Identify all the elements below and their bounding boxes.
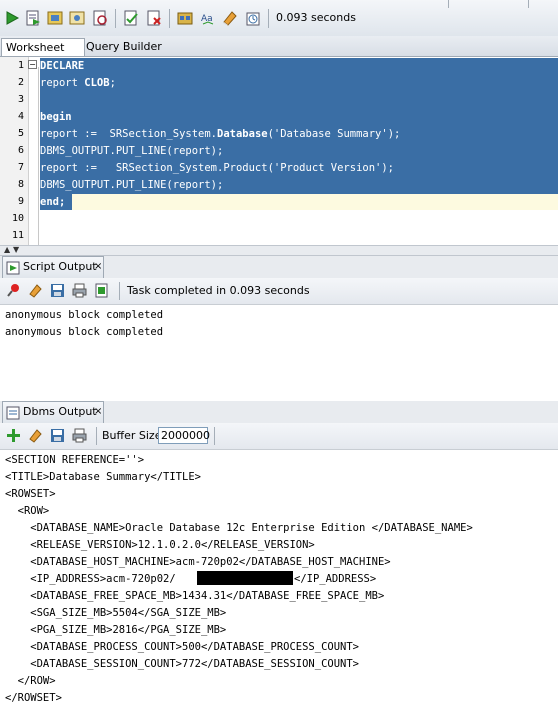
tab-dbms-output[interactable]: Dbms Output × bbox=[2, 401, 104, 423]
toolbar-separator bbox=[169, 9, 170, 28]
tab-label: Script Output bbox=[23, 260, 97, 273]
print-icon[interactable] bbox=[72, 428, 87, 443]
collapse-up-icon[interactable]: ▲ bbox=[4, 246, 10, 254]
tab-worksheet[interactable]: Worksheet bbox=[1, 38, 85, 56]
line-number: 11 bbox=[11, 230, 24, 241]
sql-editor[interactable]: 1 2 3 4 5 6 7 8 9 10 11 − DECLARE report… bbox=[0, 57, 558, 245]
code-line-7: report := SRSection_System.Product('Prod… bbox=[40, 162, 395, 174]
line-number: 5 bbox=[17, 128, 24, 139]
main-toolbar: Aa 0.093 seconds bbox=[0, 0, 558, 37]
fold-toggle-icon[interactable]: − bbox=[28, 60, 37, 69]
output-line: <PGA_SIZE_MB>2816</PGA_SIZE_MB> bbox=[5, 624, 227, 636]
code-line-5: report := SRSection_System.Database('Dat… bbox=[40, 128, 400, 140]
open-file-icon[interactable] bbox=[94, 283, 109, 298]
code-token: report bbox=[40, 77, 85, 89]
output-line: <IP_ADDRESS>acm-720p02/ bbox=[5, 573, 176, 585]
code-token: ; bbox=[109, 77, 116, 89]
autotrace-icon[interactable] bbox=[47, 10, 63, 26]
unshared-sql-icon[interactable] bbox=[177, 10, 193, 26]
commit-icon[interactable] bbox=[123, 10, 139, 26]
print-icon[interactable] bbox=[72, 283, 87, 298]
code-token: CLOB bbox=[84, 77, 110, 89]
script-output-toolbar: Task completed in 0.093 seconds bbox=[0, 278, 558, 305]
code-token: report := SRSection_System. bbox=[40, 128, 218, 140]
toolbar-separator bbox=[268, 9, 269, 28]
tab-script-output[interactable]: Script Output × bbox=[2, 256, 104, 278]
to-upper-icon[interactable]: Aa bbox=[200, 10, 216, 26]
code-line-1: DECLARE bbox=[40, 60, 85, 72]
code-line-8: DBMS_OUTPUT.PUT_LINE(report); bbox=[40, 179, 224, 191]
output-line: <TITLE>Database Summary</TITLE> bbox=[5, 471, 201, 483]
editor-splitter[interactable]: ▲ ▼ bbox=[0, 245, 558, 256]
tab-query-builder[interactable]: Query Builder bbox=[82, 38, 166, 55]
code-line-4: begin bbox=[40, 111, 72, 123]
redacted-ip-block bbox=[197, 571, 293, 585]
line-number: 7 bbox=[17, 162, 24, 173]
run-statement-icon[interactable] bbox=[4, 10, 20, 26]
line-number: 3 bbox=[17, 94, 24, 105]
line-number-gutter: 1 2 3 4 5 6 7 8 9 10 11 bbox=[0, 57, 29, 245]
dbms-output-toolbar: Buffer Size: 2000000 bbox=[0, 423, 558, 450]
output-line: anonymous block completed bbox=[5, 309, 164, 321]
history-icon[interactable] bbox=[245, 10, 261, 26]
clear-icon[interactable] bbox=[222, 10, 238, 26]
line-number: 2 bbox=[17, 77, 24, 88]
output-line: anonymous block completed bbox=[5, 326, 164, 338]
current-line-highlight bbox=[72, 194, 558, 210]
output-line: <DATABASE_PROCESS_COUNT>500</DATABASE_PR… bbox=[5, 641, 360, 653]
close-icon[interactable]: × bbox=[94, 257, 102, 277]
toolbar-separator bbox=[214, 427, 215, 445]
code-line-2: report CLOB; bbox=[40, 77, 116, 89]
dbms-output-icon bbox=[6, 406, 20, 420]
rollback-icon[interactable] bbox=[146, 10, 162, 26]
toolbar-separator bbox=[96, 427, 97, 445]
toolbar-grip bbox=[448, 0, 449, 8]
output-line: <ROWSET> bbox=[5, 488, 56, 500]
close-icon[interactable]: × bbox=[94, 402, 102, 422]
line-number: 10 bbox=[11, 213, 24, 224]
elapsed-time: 0.093 seconds bbox=[276, 11, 356, 24]
output-line: <DATABASE_FREE_SPACE_MB>1434.31</DATABAS… bbox=[5, 590, 385, 602]
code-line-6: DBMS_OUTPUT.PUT_LINE(report); bbox=[40, 145, 224, 157]
code-token: Database bbox=[217, 128, 268, 140]
script-output-icon bbox=[6, 261, 20, 275]
output-line: <SECTION REFERENCE=''> bbox=[5, 454, 145, 466]
output-line: <DATABASE_NAME>Oracle Database 12c Enter… bbox=[5, 522, 473, 534]
clear-icon[interactable] bbox=[28, 283, 43, 298]
collapse-down-icon[interactable]: ▼ bbox=[13, 246, 19, 254]
line-number: 6 bbox=[17, 145, 24, 156]
buffer-size-label: Buffer Size: bbox=[102, 429, 166, 442]
output-line: <DATABASE_HOST_MACHINE>acm-720p02</DATAB… bbox=[5, 556, 391, 568]
line-number: 9 bbox=[17, 196, 24, 207]
toolbar-separator bbox=[119, 282, 120, 300]
editor-tab-strip: Worksheet Query Builder bbox=[0, 36, 558, 57]
output-line: <SGA_SIZE_MB>5504</SGA_SIZE_MB> bbox=[5, 607, 227, 619]
tab-label: Dbms Output bbox=[23, 405, 97, 418]
explain-plan-icon[interactable] bbox=[69, 10, 85, 26]
code-token: ('Database Summary'); bbox=[267, 128, 401, 140]
script-output-area[interactable]: anonymous block completed anonymous bloc… bbox=[0, 305, 558, 397]
buffer-size-input[interactable]: 2000000 bbox=[158, 427, 210, 444]
output-line: </ROW> bbox=[5, 675, 56, 687]
toolbar-grip bbox=[528, 0, 529, 8]
code-fold-guide bbox=[38, 67, 39, 245]
output-line: <RELEASE_VERSION>12.1.0.2.0</RELEASE_VER… bbox=[5, 539, 315, 551]
save-icon[interactable] bbox=[50, 283, 65, 298]
pin-icon[interactable] bbox=[6, 283, 21, 298]
task-status-text: Task completed in 0.093 seconds bbox=[127, 284, 310, 297]
clear-icon[interactable] bbox=[28, 428, 43, 443]
line-number: 1 bbox=[17, 60, 24, 71]
run-script-icon[interactable] bbox=[25, 10, 41, 26]
line-number: 8 bbox=[17, 179, 24, 190]
add-connection-icon[interactable] bbox=[6, 428, 21, 443]
output-line: </ROWSET> bbox=[5, 692, 62, 704]
save-icon[interactable] bbox=[50, 428, 65, 443]
code-line-9: end; bbox=[40, 196, 66, 208]
toolbar-separator bbox=[115, 9, 116, 28]
output-line: </IP_ADDRESS> bbox=[294, 573, 377, 585]
sql-tuning-icon[interactable] bbox=[92, 10, 108, 26]
output-line: <ROW> bbox=[5, 505, 50, 517]
line-number: 4 bbox=[17, 111, 24, 122]
output-line: <DATABASE_SESSION_COUNT>772</DATABASE_SE… bbox=[5, 658, 360, 670]
